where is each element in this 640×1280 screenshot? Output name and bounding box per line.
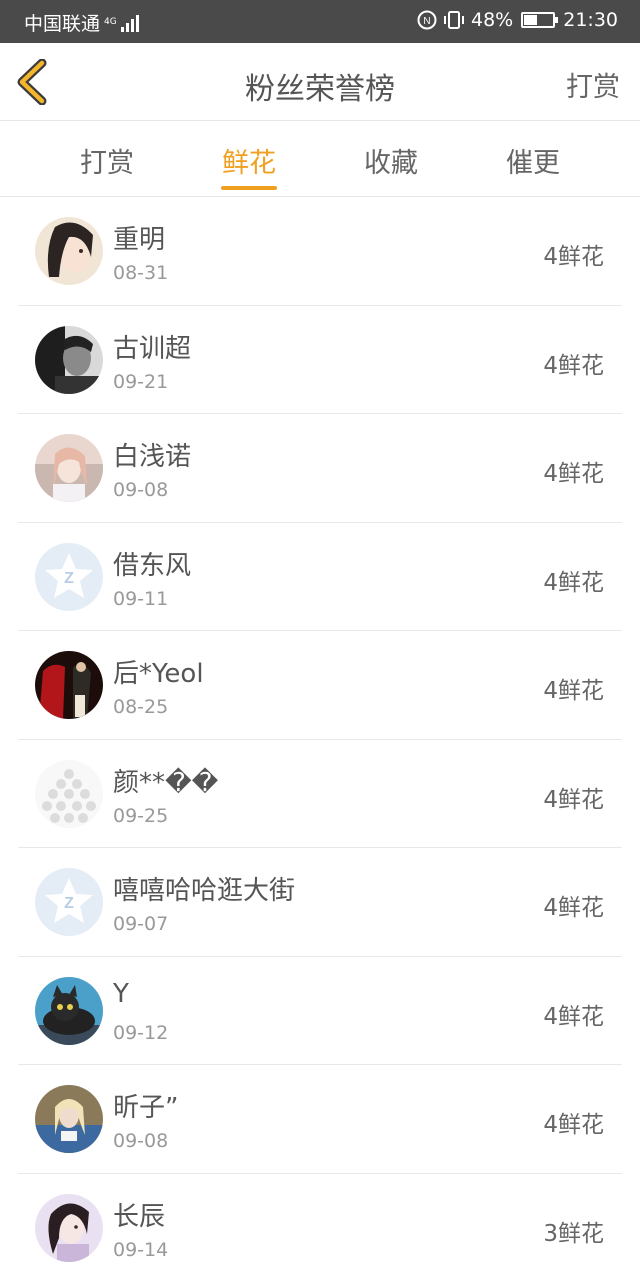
signal-icon [119,14,139,32]
list-item[interactable]: 后*Yeol 08-25 4鲜花 [18,631,622,740]
flower-count: 4鲜花 [543,1112,604,1138]
fan-date: 09-08 [113,479,169,501]
tab-reward[interactable]: 打赏 [47,141,167,180]
flower-count: 4鲜花 [543,352,604,379]
fan-name: 古训超 [113,333,192,364]
list-item[interactable]: Z 借东风 09-11 4鲜花 [18,523,622,631]
fan-name: 重明 [113,225,166,255]
avatar[interactable] [35,651,103,719]
avatar[interactable]: Z [35,542,103,611]
flower-count: 4鲜花 [543,895,604,921]
flower-count: 4鲜花 [543,244,604,270]
vibrate-icon [443,10,465,30]
nav-bar: 粉丝荣誉榜 打赏 [0,43,640,121]
flower-count: 4鲜花 [543,678,604,704]
fan-name: 长辰 [113,1201,166,1232]
network-type: 4G [104,17,117,27]
fan-name: 白浅诺 [113,442,192,472]
avatar[interactable] [35,1085,103,1153]
flower-count: 4鲜花 [543,1003,604,1030]
flower-count: 4鲜花 [543,786,604,813]
list-item[interactable]: Z 嘻嘻哈哈逛大街 09-07 4鲜花 [18,848,622,957]
flower-count: 3鲜花 [543,1220,604,1247]
nfc-icon: N [417,10,437,30]
fan-name: 昕子” [113,1093,179,1123]
fan-date: 09-08 [113,1130,169,1152]
avatar[interactable] [35,217,103,285]
fan-name: Y [113,978,129,1009]
svg-text:Z: Z [64,570,74,587]
fan-date: 08-25 [113,696,169,718]
list-item[interactable]: 长辰 09-14 3鲜花 [18,1174,622,1280]
list-item[interactable]: 颜**�� 09-25 4鲜花 [18,740,622,848]
tab-urge[interactable]: 催更 [473,141,593,180]
fan-date: 09-21 [113,370,169,393]
avatar[interactable] [35,434,103,502]
svg-text:N: N [423,16,430,27]
flower-count: 4鲜花 [543,461,604,487]
avatar[interactable]: Z [35,868,103,936]
svg-text:Z: Z [64,895,74,912]
list-item[interactable]: 白浅诺 09-08 4鲜花 [18,414,622,523]
avatar[interactable] [35,1193,103,1262]
reward-button[interactable]: 打赏 [566,65,620,104]
fan-date: 08-31 [113,262,169,284]
battery-percent: 48% [471,9,514,31]
fan-name: 嘻嘻哈哈逛大街 [113,876,296,906]
avatar[interactable] [35,325,103,394]
flower-count: 4鲜花 [543,569,604,596]
tab-flowers[interactable]: 鲜花 [189,141,309,180]
avatar[interactable] [35,759,103,828]
fan-date: 09-11 [113,587,169,610]
fan-name: 借东风 [113,550,192,581]
tab-favorites[interactable]: 收藏 [331,141,451,180]
fan-name: 颜**�� [113,767,219,798]
fan-list: 重明 08-31 4鲜花 古训超 09-21 4鲜花 白浅诺 09-08 4鲜花 Z 借东风 09-1… [0,197,640,1280]
fan-date: 09-12 [113,1021,169,1044]
battery-icon [521,12,559,28]
status-right: N 48% 21:30 [417,9,618,31]
tab-bar: 打赏 鲜花 收藏 催更 [0,121,640,197]
fan-date: 09-14 [113,1238,169,1261]
page-title: 粉丝荣誉榜 [245,72,395,107]
list-item[interactable]: 古训超 09-21 4鲜花 [18,306,622,414]
list-item[interactable]: 昕子” 09-08 4鲜花 [18,1065,622,1174]
avatar[interactable] [35,976,103,1045]
status-left: 中国联通 4G [24,9,139,36]
fan-date: 09-07 [113,913,169,935]
status-bar: 中国联通 4G N 48% 21:30 [0,0,640,43]
carrier-label: 中国联通 [24,13,101,35]
clock: 21:30 [563,9,618,31]
list-item[interactable]: 重明 08-31 4鲜花 [18,197,622,306]
fan-date: 09-25 [113,804,169,827]
list-item[interactable]: Y 09-12 4鲜花 [18,957,622,1065]
active-tab-indicator [221,186,277,190]
fan-name: 后*Yeol [113,659,204,689]
